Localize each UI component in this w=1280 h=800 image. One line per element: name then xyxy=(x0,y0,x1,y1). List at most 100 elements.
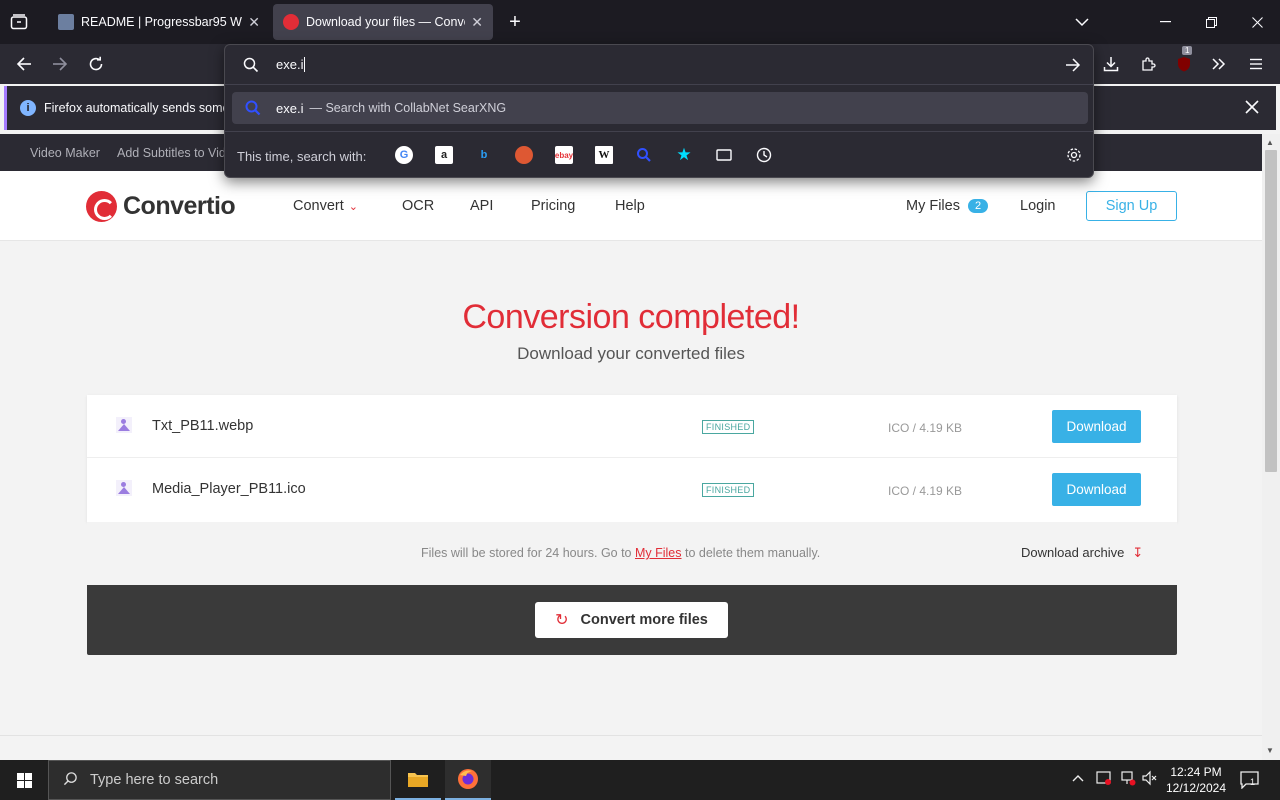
my-files-link[interactable]: My Files 2 xyxy=(906,198,989,214)
login-link[interactable]: Login xyxy=(1020,198,1055,214)
search-icon xyxy=(63,771,78,790)
extensions-puzzle-icon[interactable] xyxy=(1136,52,1160,76)
tab-overview-icon[interactable] xyxy=(8,12,30,32)
download-button[interactable]: Download xyxy=(1052,410,1141,443)
firefox-taskbar-icon[interactable] xyxy=(445,760,491,800)
bing-engine-icon[interactable]: b xyxy=(475,146,493,164)
site-header: Convertio Convert ⌄ OCR API Pricing Help … xyxy=(0,171,1262,241)
page-scrollbar[interactable]: ▲ ▼ xyxy=(1262,134,1280,760)
text-caret xyxy=(304,57,306,72)
new-tab-icon[interactable]: + xyxy=(504,11,526,33)
convertio-logo[interactable]: Convertio xyxy=(86,191,236,222)
list-tabs-chevron-icon[interactable] xyxy=(1072,12,1092,32)
page-subtitle: Download your converted files xyxy=(517,344,745,363)
storage-info-row: Files will be stored for 24 hours. Go to… xyxy=(87,522,1177,585)
convert-more-bar: ↻ Convert more files xyxy=(87,585,1177,655)
close-window-icon[interactable] xyxy=(1248,12,1266,32)
image-file-icon xyxy=(116,417,132,433)
convertio-logo-icon xyxy=(86,191,117,222)
file-row: Media_Player_PB11.ico FINISHED ICO / 4.1… xyxy=(87,458,1177,521)
download-archive-link[interactable]: Download archive ↧ xyxy=(1021,545,1143,561)
ebay-engine-icon[interactable]: ebay xyxy=(555,146,573,164)
scroll-up-arrow-icon[interactable]: ▲ xyxy=(1266,138,1274,147)
file-name: Media_Player_PB11.ico xyxy=(152,481,306,497)
go-arrow-icon[interactable] xyxy=(1065,58,1081,77)
nav-ocr[interactable]: OCR xyxy=(402,198,434,214)
address-bar-input[interactable]: exe.i xyxy=(225,45,1093,85)
tab-strip: README | Progressbar95 Wiki | ✕ Download… xyxy=(0,0,1280,44)
one-off-search-row: This time, search with: G a b ebay W ★ xyxy=(225,131,1093,177)
searxng-engine-icon[interactable] xyxy=(635,146,653,164)
my-files-label: My Files xyxy=(906,198,960,214)
google-engine-icon[interactable]: G xyxy=(395,146,413,164)
convert-more-button[interactable]: ↻ Convert more files xyxy=(535,602,728,638)
status-badge: FINISHED xyxy=(702,483,755,497)
image-file-icon xyxy=(116,480,132,496)
duckduckgo-engine-icon[interactable] xyxy=(515,146,533,164)
sign-up-button[interactable]: Sign Up xyxy=(1086,191,1177,221)
scroll-down-arrow-icon[interactable]: ▼ xyxy=(1266,746,1274,755)
downloads-icon[interactable] xyxy=(1099,52,1123,76)
nav-api[interactable]: API xyxy=(470,198,493,214)
wikipedia-engine-icon[interactable]: W xyxy=(595,146,613,164)
history-clock-icon[interactable] xyxy=(755,146,773,164)
close-notification-icon[interactable] xyxy=(1245,100,1259,119)
scroll-thumb[interactable] xyxy=(1265,150,1277,472)
reload-icon[interactable] xyxy=(84,52,108,76)
nav-pricing[interactable]: Pricing xyxy=(531,198,575,214)
searxng-search-icon xyxy=(245,100,261,121)
minimize-icon[interactable] xyxy=(1156,12,1174,32)
forward-icon[interactable] xyxy=(48,52,72,76)
bookmark-video-maker[interactable]: Video Maker xyxy=(30,146,100,160)
bookmark-add-subtitles[interactable]: Add Subtitles to Vid xyxy=(117,146,226,160)
taskbar-search-box[interactable]: Type here to search xyxy=(48,760,391,800)
show-hidden-icons-chevron-icon[interactable] xyxy=(1072,770,1084,785)
close-tab-icon[interactable]: ✕ xyxy=(248,14,260,31)
network-icon[interactable] xyxy=(1120,770,1136,789)
tab-readme[interactable]: README | Progressbar95 Wiki | ✕ xyxy=(48,4,270,40)
windows-logo-icon xyxy=(16,772,32,788)
overflow-chevrons-icon[interactable] xyxy=(1207,52,1231,76)
suggestion-query: exe.i xyxy=(276,100,304,116)
hamburger-menu-icon[interactable] xyxy=(1244,52,1268,76)
suggestion-engine-text: — Search with CollabNet SearXNG xyxy=(309,101,507,115)
footer-divider xyxy=(0,735,1262,736)
convert-more-label: Convert more files xyxy=(580,612,708,628)
search-settings-gear-icon[interactable] xyxy=(1065,146,1083,164)
info-icon: i xyxy=(20,100,36,116)
restore-icon[interactable] xyxy=(1202,12,1220,32)
volume-muted-icon[interactable] xyxy=(1142,770,1158,789)
taskbar-search-placeholder: Type here to search xyxy=(90,772,219,788)
system-clock[interactable]: 12:24 PM 12/12/2024 xyxy=(1160,764,1232,796)
address-bar-popup: exe.i exe.i — Search with CollabNet Sear… xyxy=(224,44,1094,178)
tab-convertio[interactable]: Download your files — Convert ✕ xyxy=(273,4,493,40)
download-arrow-icon: ↧ xyxy=(1132,545,1144,560)
nav-convert[interactable]: Convert ⌄ xyxy=(293,198,358,214)
download-button[interactable]: Download xyxy=(1052,473,1141,506)
file-name: Txt_PB11.webp xyxy=(152,418,254,434)
notifications-icon[interactable]: 1 xyxy=(1240,771,1260,792)
storage-note-text-end: to delete them manually. xyxy=(681,546,821,560)
storage-note-text: Files will be stored for 24 hours. Go to xyxy=(421,546,635,560)
web-page: Convertio Convert ⌄ OCR API Pricing Help … xyxy=(0,171,1262,760)
clock-date: 12/12/2024 xyxy=(1165,781,1227,795)
page-title: Conversion completed! xyxy=(462,298,800,336)
logo-text: Convertio xyxy=(123,192,236,220)
start-button[interactable] xyxy=(0,760,48,800)
tabs-search-icon[interactable] xyxy=(715,146,733,164)
close-tab-icon[interactable]: ✕ xyxy=(471,14,483,31)
ublock-extension-icon[interactable]: 1 xyxy=(1172,46,1196,76)
clock-time: 12:24 PM xyxy=(1170,765,1222,779)
amazon-engine-icon[interactable]: a xyxy=(435,146,453,164)
file-explorer-taskbar-icon[interactable] xyxy=(395,760,441,800)
search-suggestion-row[interactable]: exe.i — Search with CollabNet SearXNG xyxy=(232,92,1088,124)
search-icon xyxy=(243,57,259,78)
file-size: ICO / 4.19 KB xyxy=(888,484,963,498)
my-files-inline-link[interactable]: My Files xyxy=(635,546,682,560)
nav-help[interactable]: Help xyxy=(615,198,645,214)
windows-taskbar: Type here to search 12:24 PM 12/12/2024 … xyxy=(0,760,1280,800)
tray-app-icon[interactable] xyxy=(1096,770,1112,789)
back-icon[interactable] xyxy=(12,52,36,76)
bookmarks-star-icon[interactable]: ★ xyxy=(675,145,693,164)
notification-text: Firefox automatically sends some c xyxy=(44,101,240,115)
